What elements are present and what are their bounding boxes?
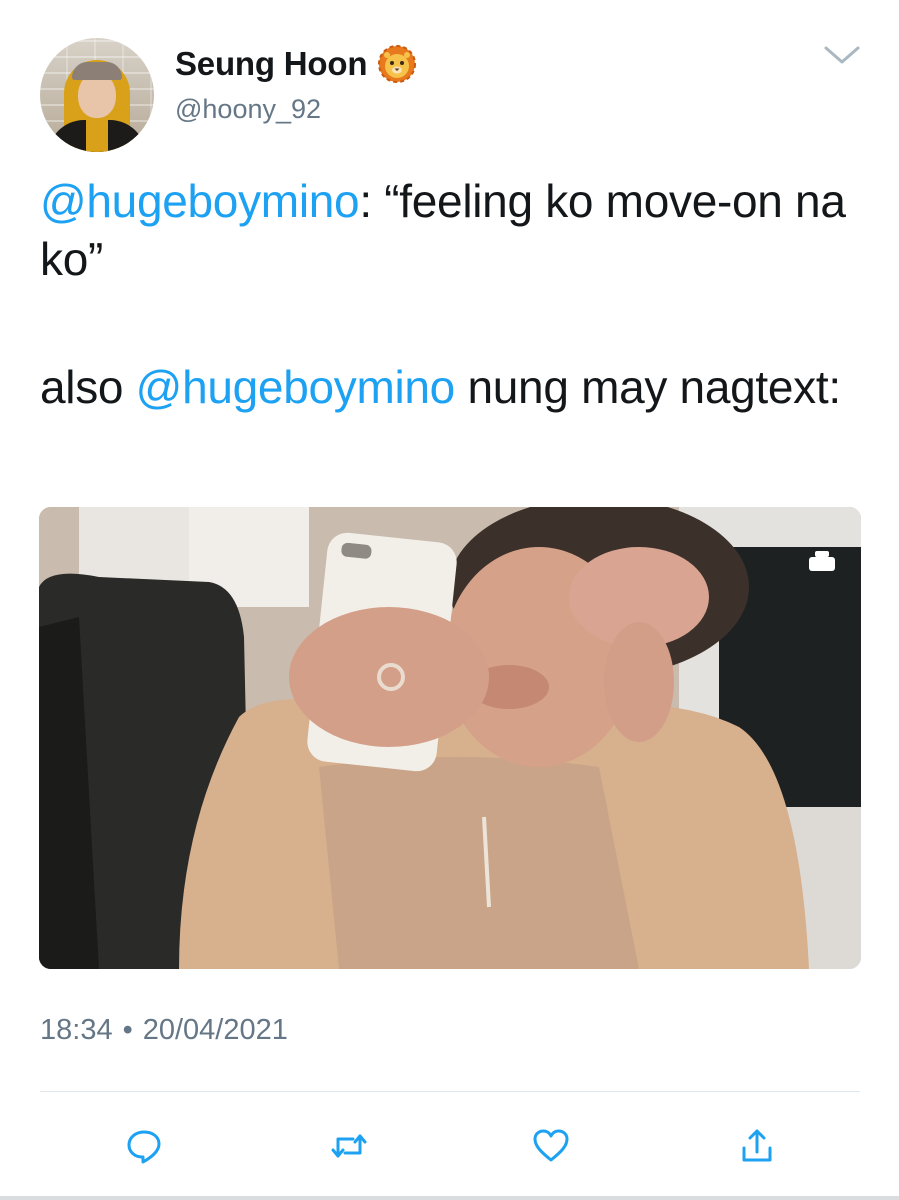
reply-icon <box>127 1130 161 1164</box>
avatar-shirt <box>86 120 108 152</box>
avatar[interactable] <box>40 38 154 152</box>
mention-link[interactable]: @hugeboymino <box>40 175 360 227</box>
like-button[interactable] <box>527 1122 575 1170</box>
tweet-time: 18:34 <box>40 1014 113 1046</box>
tweet-header: Seung Hoon @hoony_92 <box>40 38 870 158</box>
tweet-text-segment: nung may nagtext: <box>454 361 841 413</box>
chevron-down-icon[interactable] <box>822 42 862 70</box>
display-name[interactable]: Seung Hoon <box>175 45 368 83</box>
timestamp-separator: • <box>122 1014 133 1046</box>
reply-button[interactable] <box>120 1122 168 1170</box>
screen-recording-icon <box>809 557 835 571</box>
tweet-paragraph-2: also @hugeboymino nung may nagtext: <box>40 358 860 416</box>
name-row[interactable]: Seung Hoon <box>175 44 417 84</box>
tweet-timestamp[interactable]: 18:34 • 20/04/2021 <box>40 1014 288 1047</box>
tweet-media-photo[interactable] <box>39 507 861 969</box>
retweet-icon <box>331 1134 367 1158</box>
user-handle[interactable]: @hoony_92 <box>175 94 321 125</box>
mention-link[interactable]: @hugeboymino <box>136 361 456 413</box>
lion-face-icon <box>378 45 417 83</box>
tweet-text-segment: also <box>40 361 136 413</box>
avatar-cap <box>72 62 122 80</box>
heart-icon <box>533 1129 569 1162</box>
share-button[interactable] <box>733 1122 781 1170</box>
bottom-border <box>0 1196 899 1200</box>
divider <box>40 1091 860 1092</box>
share-icon <box>742 1129 772 1162</box>
photo-content <box>39 507 861 969</box>
tweet-text: @hugeboymino: “feeling ko move-on na ko”… <box>40 172 860 416</box>
tweet-paragraph-1: @hugeboymino: “feeling ko move-on na ko” <box>40 172 860 288</box>
retweet-button[interactable] <box>325 1122 373 1170</box>
tweet-date: 20/04/2021 <box>142 1014 288 1046</box>
tweet-actions <box>40 1116 860 1176</box>
